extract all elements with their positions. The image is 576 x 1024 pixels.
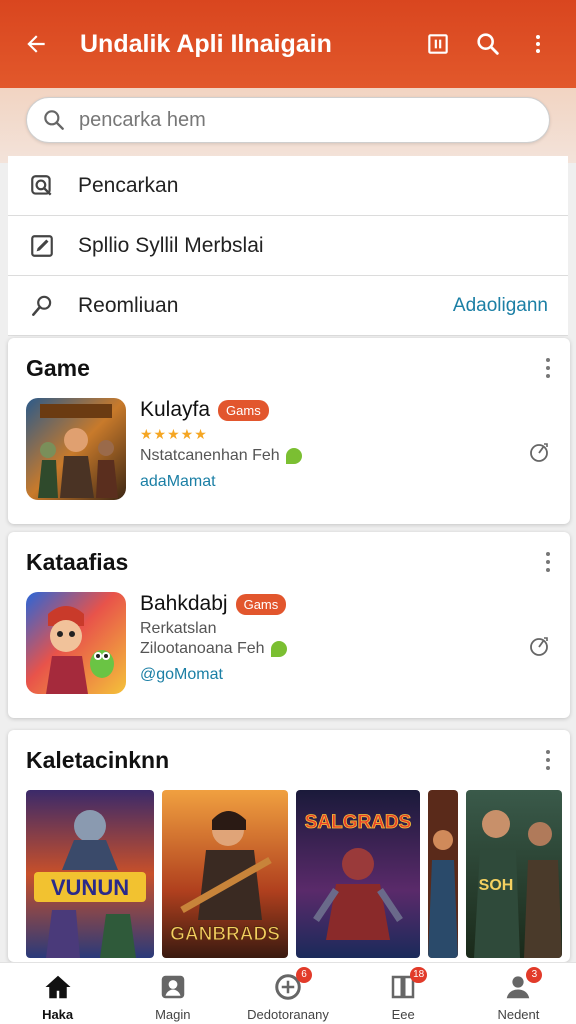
section-kataafias: Kataafias Bahkdabj Gams Rerkatslan Ziloo… xyxy=(8,532,570,718)
person-icon: 3 xyxy=(502,967,543,1003)
nav-label: Eee xyxy=(391,1007,415,1022)
game-tile[interactable]: SALGRADS xyxy=(296,790,420,958)
search-button[interactable] xyxy=(466,22,510,66)
game-tile[interactable]: SOH xyxy=(466,790,562,958)
back-button[interactable] xyxy=(18,26,54,62)
search-input[interactable]: pencarka hem xyxy=(79,109,206,132)
menu-item-spllio[interactable]: Spllio Syllil Merbslai xyxy=(8,216,568,276)
section-title: Game xyxy=(26,354,90,381)
app-subtitle: Nstatcanenhan Feh xyxy=(140,447,280,464)
app-subtitle: Rerkatslan xyxy=(140,620,217,637)
compass-icon[interactable] xyxy=(528,634,552,658)
leaf-icon xyxy=(270,641,287,657)
category-badge: Gams xyxy=(218,399,269,421)
more-vertical-icon[interactable] xyxy=(544,358,552,378)
tile-caption: VUNUN xyxy=(51,875,129,900)
nav-label: Magin xyxy=(155,1007,191,1022)
category-badge: Gams xyxy=(235,593,287,615)
menu-item-link[interactable]: Adaoligann xyxy=(453,295,548,317)
notification-badge: 3 xyxy=(526,967,543,983)
app-list-item[interactable]: Kulayfa Gams ★★★★★ Nstatcanenhan Feh ada… xyxy=(8,398,570,500)
game-tile[interactable]: VUNUN xyxy=(26,790,154,958)
section-game: Game Kulayfa Gams ★★★★★ Nstatcanenhan Fe… xyxy=(8,338,570,524)
page-title: Undalik Apli Ilnaigain xyxy=(80,29,332,58)
more-options-button[interactable] xyxy=(516,22,560,66)
bottom-navigation: Haka Magin 6 Dedotoranany 18 Eee 3 Neden… xyxy=(0,962,576,1024)
game-carousel: VUNUN GANBRADS SALGRADS SOH xyxy=(8,790,570,958)
notification-badge: 18 xyxy=(410,967,428,983)
home-icon xyxy=(42,971,74,1003)
leaf-icon xyxy=(285,448,302,464)
tile-caption: GANBRADS xyxy=(170,924,280,945)
search-square-icon xyxy=(28,172,56,200)
developer-name[interactable]: adaMamat xyxy=(140,473,552,491)
game-tile[interactable] xyxy=(428,790,458,958)
window-icon xyxy=(428,34,448,54)
search-bar[interactable]: pencarka hem xyxy=(26,97,550,143)
app-bar: Undalik Apli Ilnaigain xyxy=(0,0,576,88)
star-rating: ★★★★★ xyxy=(140,426,208,442)
more-vertical-icon[interactable] xyxy=(544,552,552,572)
account-box-icon xyxy=(157,971,189,1003)
app-name: Bahkdabj xyxy=(140,592,228,615)
nav-item-nedent[interactable]: 3 Nedent xyxy=(461,963,576,1024)
app-name: Kulayfa xyxy=(140,398,211,421)
nav-item-dedotoranany[interactable]: 6 Dedotoranany xyxy=(230,963,345,1024)
tile-caption: SALGRADS xyxy=(305,812,412,833)
section-kaletacinknn: Kaletacinknn VUNUN GANBRADS SALGRADS SOH xyxy=(8,730,570,962)
search-icon xyxy=(28,292,56,320)
section-title: Kataafias xyxy=(26,548,129,575)
back-arrow-icon xyxy=(27,35,45,53)
menu-item-label: Spllio Syllil Merbslai xyxy=(78,233,264,257)
search-icon xyxy=(477,33,499,55)
nav-label: Nedent xyxy=(497,1007,540,1022)
nav-label: Haka xyxy=(42,1007,74,1022)
app-thumbnail xyxy=(26,398,126,500)
developer-name[interactable]: @goMomat xyxy=(140,666,552,684)
menu-item-reomliuan[interactable]: Reomliuan Adaoligann xyxy=(8,276,568,336)
game-tile[interactable]: GANBRADS xyxy=(162,790,288,958)
section-title: Kaletacinknn xyxy=(26,746,170,773)
nav-item-eee[interactable]: 18 Eee xyxy=(346,963,461,1024)
more-vertical-icon[interactable] xyxy=(544,750,552,770)
app-thumbnail xyxy=(26,592,126,694)
nav-item-magin[interactable]: Magin xyxy=(115,963,230,1024)
compass-icon[interactable] xyxy=(528,440,552,464)
app-list-item[interactable]: Bahkdabj Gams Rerkatslan Zilootanoana Fe… xyxy=(8,592,570,694)
search-icon xyxy=(44,110,64,130)
menu-item-label: Pencarkan xyxy=(78,173,179,197)
nav-item-haka[interactable]: Haka xyxy=(0,963,115,1024)
menu-list: Pencarkan Spllio Syllil Merbslai Reomliu… xyxy=(8,156,568,336)
notification-badge: 6 xyxy=(296,967,312,983)
app-subtitle: Zilootanoana Feh xyxy=(140,640,265,657)
edit-square-icon xyxy=(28,232,56,260)
tile-caption: SOH xyxy=(479,877,514,894)
window-button[interactable] xyxy=(416,22,460,66)
circle-icon: 6 xyxy=(272,967,312,1003)
more-vertical-icon xyxy=(536,35,540,53)
nav-label: Dedotoranany xyxy=(247,1007,329,1022)
book-icon: 18 xyxy=(387,967,428,1003)
menu-item-label: Reomliuan xyxy=(78,293,179,317)
menu-item-pencarkan[interactable]: Pencarkan xyxy=(8,156,568,216)
